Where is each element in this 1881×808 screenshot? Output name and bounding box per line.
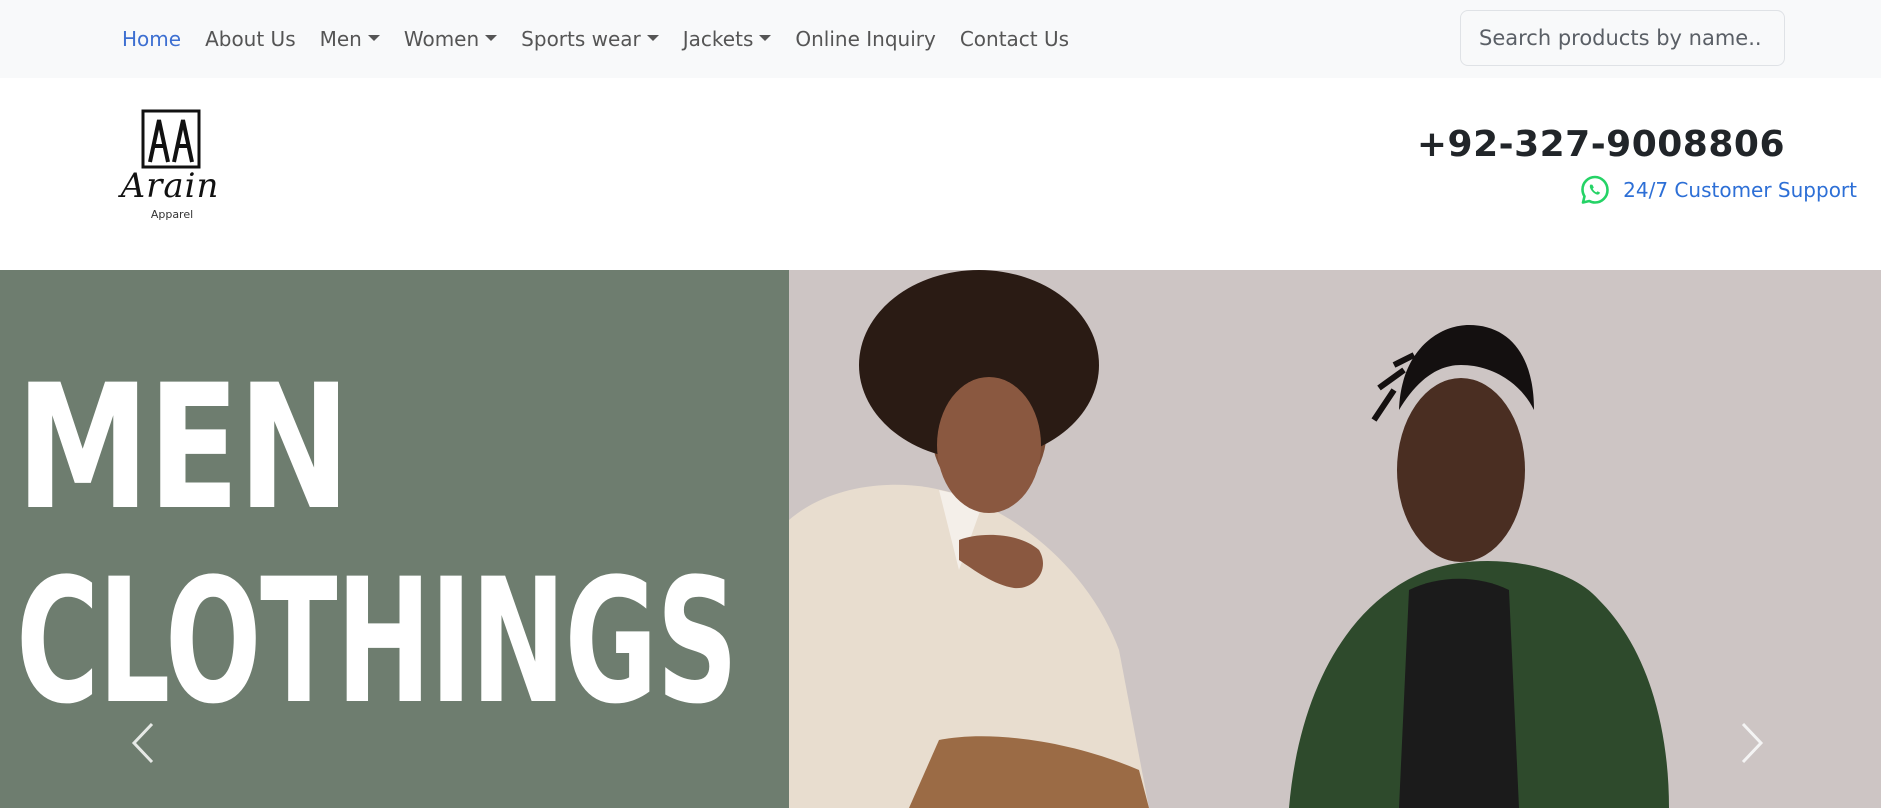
chevron-left-icon[interactable] xyxy=(122,718,162,768)
hero-title-line1: MEN xyxy=(16,347,350,548)
customer-support-label: 24/7 Customer Support xyxy=(1623,178,1857,202)
nav-links: Home About Us Men Women Sports wear Jack… xyxy=(110,0,1081,78)
logo-mark-icon xyxy=(141,109,201,169)
nav-item-label: About Us xyxy=(205,27,296,51)
site-header: Arain Apparel +92-327-9008806 24/7 Custo… xyxy=(0,78,1881,270)
whatsapp-icon xyxy=(1581,175,1609,204)
nav-item-jackets[interactable]: Jackets xyxy=(671,27,784,51)
hero-carousel: MEN CLOTHINGS xyxy=(0,270,1881,808)
caret-down-icon xyxy=(759,35,772,41)
nav-item-label: Contact Us xyxy=(959,27,1070,51)
logo-script-text: Arain xyxy=(120,166,220,206)
hero-photo xyxy=(789,270,1881,808)
nav-item-label: Jackets xyxy=(682,27,754,51)
logo-subtitle: Apparel xyxy=(150,208,194,221)
nav-item-contact-us[interactable]: Contact Us xyxy=(948,27,1081,51)
top-navbar: Home About Us Men Women Sports wear Jack… xyxy=(0,0,1881,78)
nav-item-about-us[interactable]: About Us xyxy=(193,27,308,51)
nav-item-label: Home xyxy=(122,27,182,51)
caret-down-icon xyxy=(646,35,659,41)
customer-support-link[interactable]: 24/7 Customer Support xyxy=(1579,174,1857,206)
phone-number[interactable]: +92-327-9008806 xyxy=(1417,124,1785,165)
contact-block: +92-327-9008806 xyxy=(1417,124,1785,165)
caret-down-icon xyxy=(367,35,380,41)
caret-down-icon xyxy=(485,35,498,41)
hero-title-line2: CLOTHINGS xyxy=(16,541,738,742)
nav-item-label: Sports wear xyxy=(521,27,641,51)
hero-models-image xyxy=(789,270,1881,808)
brand-logo[interactable]: Arain Apparel xyxy=(112,108,227,228)
nav-item-label: Men xyxy=(319,27,362,51)
nav-item-men[interactable]: Men xyxy=(308,27,392,51)
nav-item-label: Online Inquiry xyxy=(795,27,936,51)
nav-item-home[interactable]: Home xyxy=(110,27,193,51)
nav-item-sports-wear[interactable]: Sports wear xyxy=(509,27,671,51)
search-input[interactable] xyxy=(1460,10,1785,66)
chevron-right-icon[interactable] xyxy=(1733,718,1773,768)
nav-item-women[interactable]: Women xyxy=(392,27,509,51)
hero-text-panel: MEN CLOTHINGS xyxy=(0,270,789,808)
nav-item-label: Women xyxy=(403,27,480,51)
nav-item-online-inquiry[interactable]: Online Inquiry xyxy=(783,27,947,51)
